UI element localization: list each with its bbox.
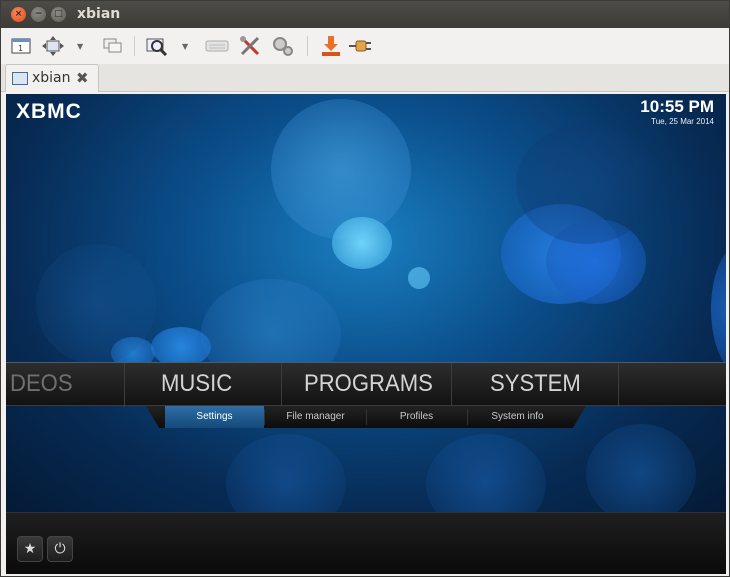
clock-date: Tue, 25 Mar 2014 xyxy=(651,117,714,126)
fit-window-icon[interactable]: 1 xyxy=(9,34,33,58)
favourites-button[interactable]: ★ xyxy=(17,536,43,562)
bokeh-circle xyxy=(408,267,430,289)
clock: 10:55 PM Tue, 25 Mar 2014 xyxy=(640,97,714,126)
bokeh-circle xyxy=(271,99,411,239)
tab-label: xbian xyxy=(32,70,71,86)
preferences-icon[interactable] xyxy=(271,34,295,58)
tab-xbian[interactable]: xbian ✖ xyxy=(5,64,99,92)
submenu-system-info[interactable]: System info xyxy=(468,406,567,428)
menu-item-programs[interactable]: PROGRAMS xyxy=(304,370,433,398)
submenu-profiles[interactable]: Profiles xyxy=(367,406,466,428)
minimize-window-button[interactable]: − xyxy=(31,7,46,22)
submenu-settings[interactable]: Settings xyxy=(165,406,264,428)
menu-divider xyxy=(618,363,619,407)
menu-item-music[interactable]: MUSIC xyxy=(161,370,232,398)
bokeh-circle xyxy=(36,244,156,364)
bokeh-circle xyxy=(151,327,211,367)
download-icon[interactable] xyxy=(319,34,343,58)
disconnect-icon[interactable] xyxy=(349,34,373,58)
xbmc-bottom-bar: ★ ⏻ xyxy=(6,512,726,574)
menu-divider xyxy=(124,363,125,407)
bokeh-circle xyxy=(711,244,726,374)
menu-item-videos[interactable]: DEOS xyxy=(10,370,73,398)
maximize-window-button[interactable]: □ xyxy=(51,7,66,22)
remote-screen[interactable]: XBMC 10:55 PM Tue, 25 Mar 2014 DEOS MUSI… xyxy=(6,94,726,574)
tools-icon[interactable] xyxy=(238,34,262,58)
zoom-icon[interactable] xyxy=(145,34,169,58)
resize-icon[interactable] xyxy=(41,34,65,58)
bokeh-circle xyxy=(332,217,392,269)
toolbar-separator xyxy=(307,36,308,56)
zoom-dropdown-icon[interactable]: ▼ xyxy=(182,42,188,51)
close-tab-icon[interactable]: ✖ xyxy=(76,69,89,87)
window-title: xbian xyxy=(77,6,121,22)
submenu-file-manager[interactable]: File manager xyxy=(266,406,365,428)
svg-text:1: 1 xyxy=(18,44,23,53)
xbmc-logo: XBMC xyxy=(16,100,82,123)
close-window-button[interactable]: × xyxy=(11,7,26,22)
system-submenu: Settings File manager Profiles System in… xyxy=(146,406,586,428)
bokeh-circle xyxy=(516,124,656,244)
menu-divider xyxy=(451,363,452,407)
resize-dropdown-icon[interactable]: ▼ xyxy=(77,42,83,51)
vnc-viewer-window: × − □ xbian 1 ▼ ▼ xbian ✖ XBMC 10:55 PM … xyxy=(0,0,730,577)
menu-divider xyxy=(281,363,282,407)
toolbar: 1 ▼ ▼ xyxy=(1,28,729,64)
keyboard-icon[interactable] xyxy=(205,34,229,58)
submenu-divider xyxy=(264,409,265,425)
toolbar-separator xyxy=(134,36,135,56)
bokeh-circle xyxy=(426,434,546,512)
power-button[interactable]: ⏻ xyxy=(47,536,73,562)
remote-desktop-icon xyxy=(12,72,28,85)
clock-time: 10:55 PM xyxy=(640,97,714,116)
bokeh-circle xyxy=(226,434,346,512)
menu-item-system[interactable]: SYSTEM xyxy=(490,370,581,398)
screens-icon[interactable] xyxy=(101,34,125,58)
main-menu-bar: DEOS MUSIC PROGRAMS SYSTEM xyxy=(6,362,726,407)
bokeh-circle xyxy=(586,424,696,512)
title-bar[interactable]: × − □ xbian xyxy=(1,1,729,28)
xbmc-home-background: XBMC 10:55 PM Tue, 25 Mar 2014 DEOS MUSI… xyxy=(6,94,726,512)
tab-strip: xbian ✖ xyxy=(1,64,729,92)
